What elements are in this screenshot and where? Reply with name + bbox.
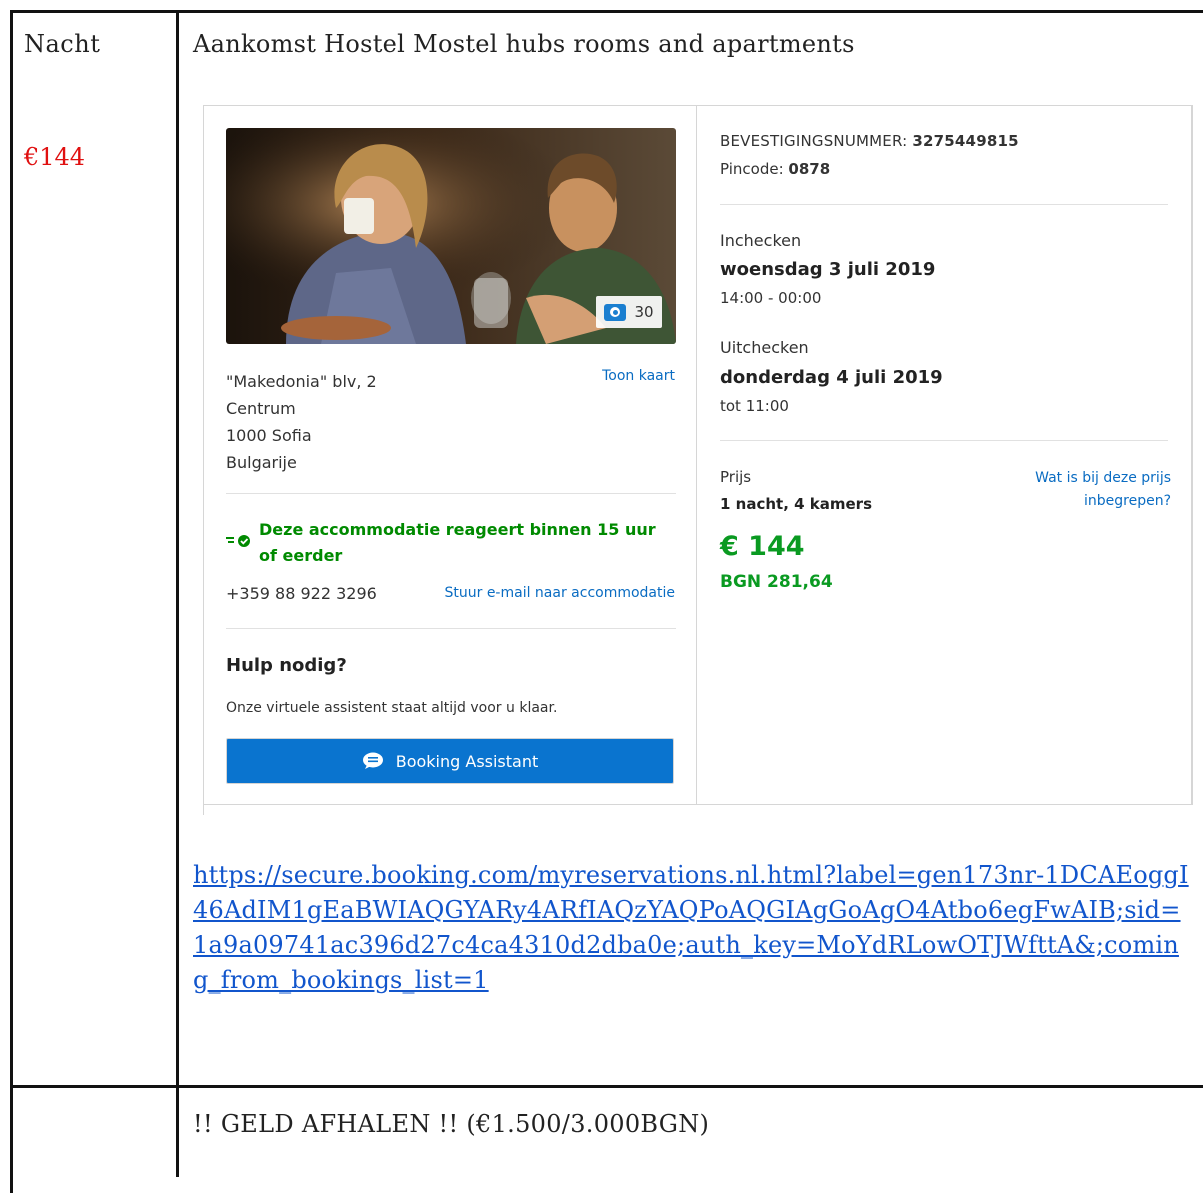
price-label: Prijs xyxy=(720,468,752,486)
divider xyxy=(720,204,1168,205)
show-map-link[interactable]: Toon kaart xyxy=(602,368,675,384)
checkout-label: Uitchecken xyxy=(720,338,809,357)
email-accommodation-link[interactable]: Stuur e-mail naar accommodatie xyxy=(444,585,675,601)
pin-row: Pincode: 0878 xyxy=(720,160,830,178)
address-line: 1000 Sofia xyxy=(226,426,312,445)
checkout-time: tot 11:00 xyxy=(720,397,789,415)
checkin-label: Inchecken xyxy=(720,231,802,250)
reservation-url-link[interactable]: https://secure.booking.com/myreservation… xyxy=(193,858,1193,998)
arrival-title: Aankomst Hostel Mostel hubs rooms and ap… xyxy=(193,30,855,58)
divider xyxy=(226,493,676,494)
nights-rooms: 1 nacht, 4 kamers xyxy=(720,495,873,513)
address-line: Bulgarije xyxy=(226,453,297,472)
cash-withdrawal-note: !! GELD AFHALEN !! (€1.500/3.000BGN) xyxy=(193,1110,710,1138)
response-text: Deze accommodatie reageert binnen 15 uur… xyxy=(259,520,656,565)
divider xyxy=(226,628,676,629)
row-label-nacht: Nacht xyxy=(24,30,101,58)
help-title: Hulp nodig? xyxy=(226,655,347,676)
camera-icon xyxy=(604,303,627,321)
checkin-time: 14:00 - 00:00 xyxy=(720,289,822,307)
confirmation-row: BEVESTIGINGSNUMMER: 3275449815 xyxy=(720,132,1019,150)
chat-icon xyxy=(362,752,383,769)
divider xyxy=(720,440,1168,441)
table-divider-horizontal xyxy=(10,1085,1203,1088)
confirmation-label: BEVESTIGINGSNUMMER: xyxy=(720,132,908,150)
help-text: Onze virtuele assistent staat altijd voo… xyxy=(226,700,558,716)
pin-code: 0878 xyxy=(788,160,831,178)
address-block: "Makedonia" blv, 2 Centrum 1000 Sofia Bu… xyxy=(226,368,377,476)
pin-label: Pincode: xyxy=(720,160,784,178)
booking-screenshot: 30 "Makedonia" blv, 2 Centrum 1000 Sofia… xyxy=(203,105,1193,815)
photo-count-badge[interactable]: 30 xyxy=(596,296,662,328)
address-line: Centrum xyxy=(226,399,296,418)
price-eur: € 144 xyxy=(720,531,805,562)
confirmation-number: 3275449815 xyxy=(912,132,1019,150)
photo-count: 30 xyxy=(634,303,654,321)
address-line: "Makedonia" blv, 2 xyxy=(226,372,377,391)
hostel-photo[interactable]: 30 xyxy=(226,128,676,344)
row-price: €144 xyxy=(24,143,86,171)
checkin-date: woensdag 3 juli 2019 xyxy=(720,259,936,280)
phone-number: +359 88 922 3296 xyxy=(226,584,377,603)
checkout-date: donderdag 4 juli 2019 xyxy=(720,367,943,388)
booking-assistant-button[interactable]: Booking Assistant xyxy=(226,738,674,784)
price-included-link[interactable]: Wat is bij deze prijs inbegrepen? xyxy=(1021,467,1171,513)
booking-assistant-label: Booking Assistant xyxy=(395,751,539,771)
table-divider-vertical xyxy=(176,10,179,1177)
price-bgn: BGN 281,64 xyxy=(720,572,833,592)
response-check-icon xyxy=(226,535,250,547)
